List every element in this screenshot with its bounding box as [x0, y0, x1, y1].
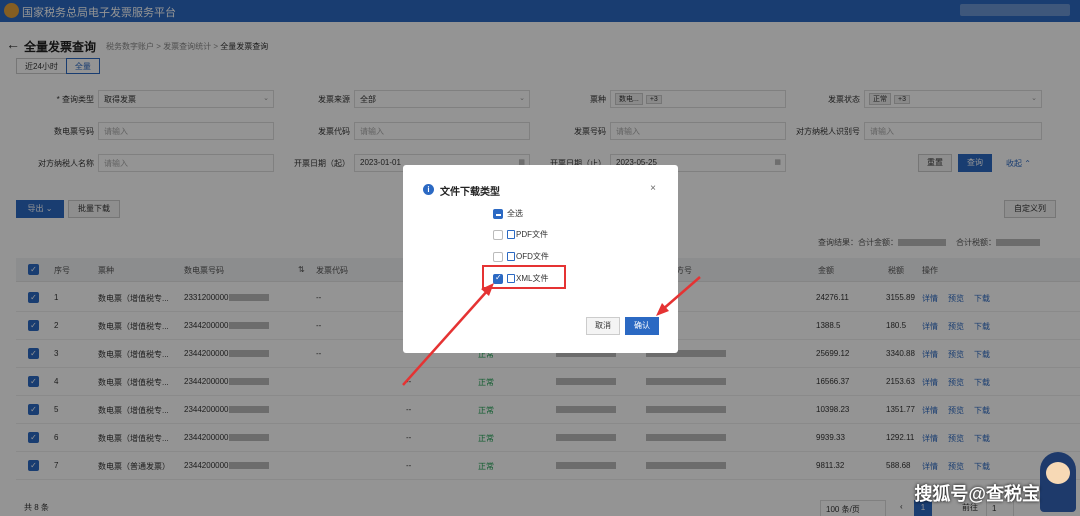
watermark-text: 搜狐号@查税宝	[914, 484, 1040, 504]
annotation-arrow-line	[402, 289, 489, 386]
mascot-face	[1046, 462, 1070, 484]
mascot-image	[1040, 452, 1076, 512]
annotation-arrows	[402, 276, 701, 386]
annotation-arrow-line	[661, 276, 701, 311]
